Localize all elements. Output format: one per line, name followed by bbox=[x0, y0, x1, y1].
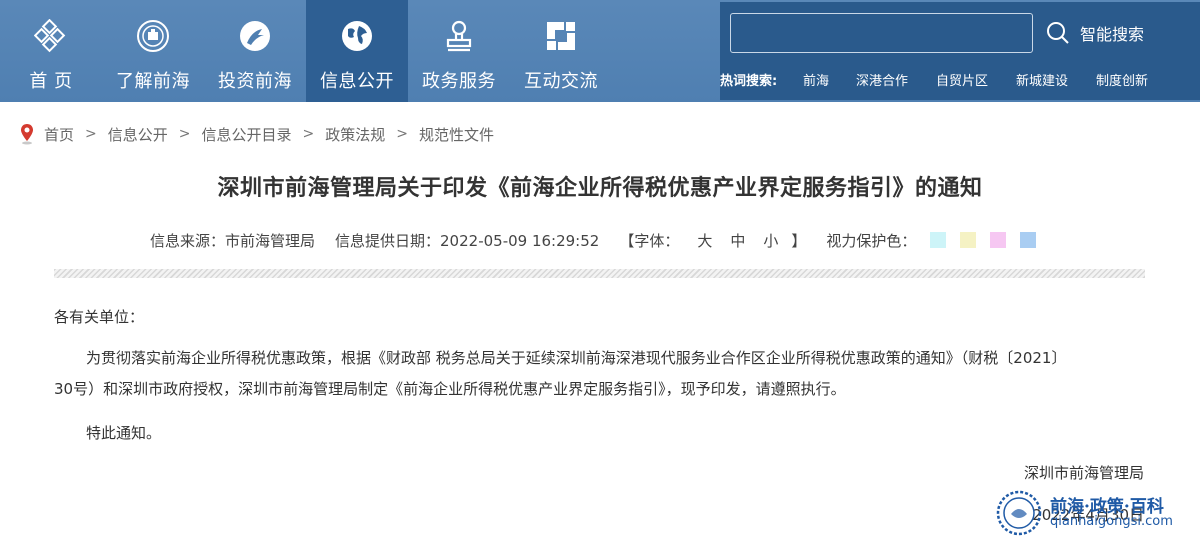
nav-about[interactable]: 了解前海 bbox=[102, 0, 204, 102]
nav-label: 信息公开 bbox=[320, 71, 394, 92]
breadcrumb-normative-docs[interactable]: 规范性文件 bbox=[419, 124, 494, 145]
interlock-icon bbox=[543, 18, 579, 54]
nav-info-open[interactable]: 信息公开 bbox=[306, 0, 408, 102]
hot-word-link[interactable]: 新城建设 bbox=[1016, 70, 1068, 89]
nav-label: 首 页 bbox=[29, 71, 73, 92]
font-size-small[interactable]: 小 bbox=[763, 230, 778, 251]
nav-label: 了解前海 bbox=[116, 71, 190, 92]
body-paragraph-line: 为贯彻落实前海企业所得税优惠政策，根据《财政部 税务总局关于延续深圳前海深港现代… bbox=[86, 349, 1067, 367]
breadcrumb-info-open[interactable]: 信息公开 bbox=[108, 124, 168, 145]
eye-color-swatch-pink[interactable] bbox=[990, 232, 1007, 248]
hot-words-label: 热词搜索: bbox=[720, 74, 778, 89]
breadcrumb: 首页 > 信息公开 > 信息公开目录 > 政策法规 > 规范性文件 bbox=[20, 123, 494, 145]
emblem-icon bbox=[135, 18, 171, 54]
home-diamond-icon bbox=[33, 18, 69, 54]
body-paragraph-line: 30号）和深圳市政府授权，深圳市前海管理局制定《前海企业所得税优惠产业界定服务指… bbox=[54, 380, 846, 398]
eye-protection-label: 视力保护色： bbox=[826, 231, 917, 250]
nav-home[interactable]: 首 页 bbox=[0, 0, 102, 102]
globe-icon bbox=[339, 18, 375, 54]
search-input[interactable] bbox=[730, 13, 1033, 53]
closing-line: 特此通知。 bbox=[86, 424, 162, 442]
smart-search-button[interactable]: 智能搜索 bbox=[1046, 16, 1144, 50]
font-size-medium[interactable]: 中 bbox=[730, 230, 745, 251]
breadcrumb-separator: > bbox=[85, 126, 97, 142]
eye-color-swatch-blue[interactable] bbox=[1020, 232, 1037, 248]
hot-word-link[interactable]: 自贸片区 bbox=[936, 70, 988, 89]
signature: 深圳市前海管理局 bbox=[1023, 464, 1144, 482]
top-header: 首 页 了解前海 投资前海 信息公开 政务服务 互动交流 智能搜索 热词搜索: … bbox=[0, 0, 1200, 102]
breadcrumb-info-catalog[interactable]: 信息公开目录 bbox=[202, 124, 292, 145]
breadcrumb-separator: > bbox=[396, 126, 408, 142]
font-size-open: 【字体： bbox=[619, 231, 680, 250]
eye-color-swatch-yellow[interactable] bbox=[960, 232, 977, 248]
nav-label: 政务服务 bbox=[422, 71, 496, 92]
hot-word-link[interactable]: 深港合作 bbox=[856, 70, 908, 89]
hot-words-row: 热词搜索: 前海 深港合作 自贸片区 新城建设 制度创新 bbox=[720, 70, 1200, 92]
font-size-large[interactable]: 大 bbox=[697, 230, 712, 251]
info-date: 信息提供日期：2022-05-09 16:29:52 bbox=[335, 231, 600, 250]
location-pin-icon bbox=[21, 124, 33, 145]
search-panel: 智能搜索 热词搜索: 前海 深港合作 自贸片区 新城建设 制度创新 bbox=[720, 2, 1200, 100]
watermark-domain: qianhaigongsi.com bbox=[1050, 514, 1173, 529]
breadcrumb-home[interactable]: 首页 bbox=[44, 124, 74, 145]
stamp-icon bbox=[441, 18, 477, 54]
hot-word-link[interactable]: 制度创新 bbox=[1096, 70, 1148, 89]
nav-gov-service[interactable]: 政务服务 bbox=[408, 0, 510, 102]
striped-divider bbox=[54, 269, 1145, 278]
search-icon bbox=[1047, 22, 1069, 44]
article-meta: 信息来源：市前海管理局 信息提供日期：2022-05-09 16:29:52 【… bbox=[150, 229, 1037, 251]
hot-word-link[interactable]: 前海 bbox=[803, 70, 829, 89]
watermark-seal-icon bbox=[996, 490, 1042, 536]
arrow-circle-icon bbox=[237, 18, 273, 54]
font-size-close: 】 bbox=[791, 231, 807, 250]
eye-color-swatch-cyan[interactable] bbox=[930, 232, 947, 248]
breadcrumb-separator: > bbox=[302, 126, 315, 142]
breadcrumb-separator: > bbox=[178, 126, 191, 142]
nav-label: 互动交流 bbox=[524, 71, 598, 92]
article-title: 深圳市前海管理局关于印发《前海企业所得税优惠产业界定服务指引》的通知 bbox=[217, 176, 983, 201]
nav-invest[interactable]: 投资前海 bbox=[204, 0, 306, 102]
nav-interaction[interactable]: 互动交流 bbox=[510, 0, 612, 102]
watermark: 前海·政策·百科 qianhaigongsi.com bbox=[996, 490, 1200, 536]
salutation: 各有关单位： bbox=[54, 308, 145, 326]
search-button-label: 智能搜索 bbox=[1080, 25, 1145, 44]
nav-label: 投资前海 bbox=[218, 71, 292, 92]
breadcrumb-policy[interactable]: 政策法规 bbox=[325, 124, 385, 145]
info-source: 信息来源：市前海管理局 bbox=[150, 231, 316, 250]
